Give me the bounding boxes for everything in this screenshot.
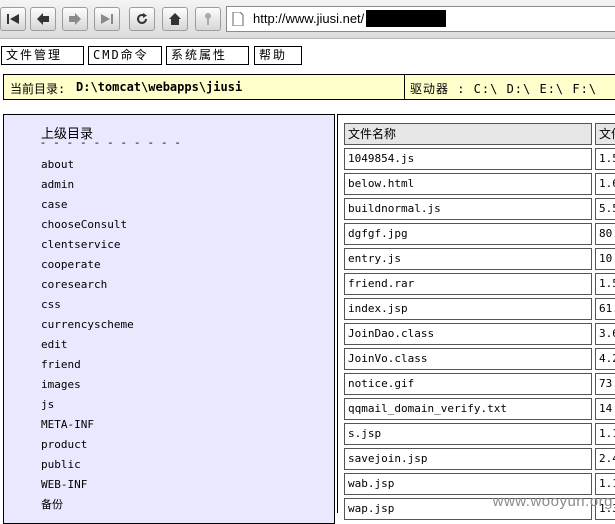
file-size: 10. (595, 248, 615, 270)
redaction-bar (366, 10, 446, 27)
file-table-header: 文件名称 文件 (344, 123, 615, 145)
directory-item[interactable]: WEB-INF (41, 477, 134, 497)
file-name-link[interactable]: entry.js (344, 248, 592, 270)
directory-item[interactable]: coresearch (41, 277, 134, 297)
file-name-link[interactable]: buildnormal.js (344, 198, 592, 220)
back-button[interactable] (30, 7, 56, 31)
file-size: 80. (595, 223, 615, 245)
file-row: friend.rar1.5 (344, 273, 615, 295)
menu-system-properties[interactable]: 系统属性 (166, 46, 249, 65)
file-row: buildnormal.js5.5 (344, 198, 615, 220)
directory-item[interactable]: case (41, 197, 134, 217)
file-row: dgfgf.jpg80. (344, 223, 615, 245)
directory-item[interactable]: product (41, 437, 134, 457)
directory-item[interactable]: chooseConsult (41, 217, 134, 237)
file-name-link[interactable]: dgfgf.jpg (344, 223, 592, 245)
forward-icon (69, 13, 81, 25)
directory-item[interactable]: css (41, 297, 134, 317)
file-row: notice.gif73. (344, 373, 615, 395)
file-row: qqmail_domain_verify.txt 14 (344, 398, 615, 420)
file-row: index.jsp61. (344, 298, 615, 320)
file-row: below.html1.6 (344, 173, 615, 195)
file-name-link[interactable]: index.jsp (344, 298, 592, 320)
file-table: 文件名称 文件 1049854.js1.5below.html1.6buildn… (337, 114, 615, 520)
directory-item[interactable]: friend (41, 357, 134, 377)
directory-item[interactable]: admin (41, 177, 134, 197)
file-name-link[interactable]: s.jsp (344, 423, 592, 445)
key-icon (205, 13, 211, 25)
reload-icon (137, 13, 147, 24)
back-icon (37, 13, 49, 25)
forward-button[interactable] (62, 7, 88, 31)
file-row: entry.js10. (344, 248, 615, 270)
file-size: 1.6 (595, 173, 615, 195)
file-row: 1049854.js1.5 (344, 148, 615, 170)
file-name-link[interactable]: 1049854.js (344, 148, 592, 170)
directory-item[interactable]: js (41, 397, 134, 417)
file-name-link[interactable]: below.html (344, 173, 592, 195)
file-size: 4.2 (595, 348, 615, 370)
directory-item[interactable]: 备份 (41, 497, 134, 517)
url-text: http://www.jiusi.net/ (253, 11, 365, 26)
file-size: 2.4 (595, 448, 615, 470)
directory-item[interactable]: clentservice (41, 237, 134, 257)
file-row: JoinVo.class4.2 (344, 348, 615, 370)
column-header-size: 文件 (595, 123, 615, 145)
first-button[interactable] (0, 7, 26, 31)
divider-dashes: - - - - - - - - - - - (41, 136, 183, 149)
file-size: 14 (595, 398, 615, 420)
file-size: 61. (595, 298, 615, 320)
home-button[interactable] (162, 7, 188, 31)
file-name-link[interactable]: notice.gif (344, 373, 592, 395)
file-name-link[interactable]: savejoin.jsp (344, 448, 592, 470)
directory-item[interactable]: public (41, 457, 134, 477)
directory-item[interactable]: edit (41, 337, 134, 357)
home-icon (169, 13, 181, 25)
menu-help[interactable]: 帮助 (254, 46, 302, 65)
key-button[interactable] (195, 7, 221, 31)
page-icon (232, 12, 244, 26)
file-size: 5.5 (595, 198, 615, 220)
watermark: www.wooyun.org (492, 493, 613, 510)
file-row: s.jsp1.1 (344, 423, 615, 445)
directory-list: about admin case chooseConsult clentservice c… (41, 157, 134, 517)
address-bar[interactable]: http://www.jiusi.net/ (226, 6, 615, 32)
file-name-link[interactable]: JoinVo.class (344, 348, 592, 370)
file-size: 1.5 (595, 273, 615, 295)
drives-list[interactable]: 驱动器 : C:\ D:\ E:\ F:\ (410, 80, 597, 97)
file-name-link[interactable]: wab.jsp (344, 473, 592, 495)
directory-item[interactable]: about (41, 157, 134, 177)
file-name-link[interactable]: friend.rar (344, 273, 592, 295)
browser-toolbar: http://www.jiusi.net/ (0, 0, 615, 39)
column-header-name: 文件名称 (344, 123, 592, 145)
file-size: 73. (595, 373, 615, 395)
current-dir-path: D:\tomcat\webapps\jiusi (76, 80, 243, 94)
directory-item[interactable]: META-INF (41, 417, 134, 437)
file-size: 1.1 (595, 423, 615, 445)
file-size: 1.1 (595, 473, 615, 495)
file-row: wab.jsp1.1 (344, 473, 615, 495)
directory-item[interactable]: currencyscheme (41, 317, 134, 337)
file-name-link[interactable]: JoinDao.class (344, 323, 592, 345)
current-dir-label: 当前目录: (10, 82, 66, 96)
file-size: 1.5 (595, 148, 615, 170)
directory-panel: 上级目录 - - - - - - - - - - - about admin cas… (3, 114, 335, 524)
directory-item[interactable]: images (41, 377, 134, 397)
reload-button[interactable] (129, 7, 155, 31)
first-icon (7, 14, 19, 24)
file-size: 3.6 (595, 323, 615, 345)
path-separator (404, 75, 405, 99)
file-row: JoinDao.class3.6 (344, 323, 615, 345)
menu-file-management[interactable]: 文件管理 (1, 46, 84, 65)
file-row: savejoin.jsp2.4 (344, 448, 615, 470)
directory-item[interactable]: cooperate (41, 257, 134, 277)
path-bar: 当前目录: D:\tomcat\webapps\jiusi 驱动器 : C:\ … (3, 74, 615, 100)
file-name-link[interactable]: qqmail_domain_verify.txt (344, 398, 592, 420)
last-icon (101, 14, 113, 24)
menu-cmd[interactable]: CMD命令 (88, 46, 162, 65)
last-button[interactable] (94, 7, 120, 31)
